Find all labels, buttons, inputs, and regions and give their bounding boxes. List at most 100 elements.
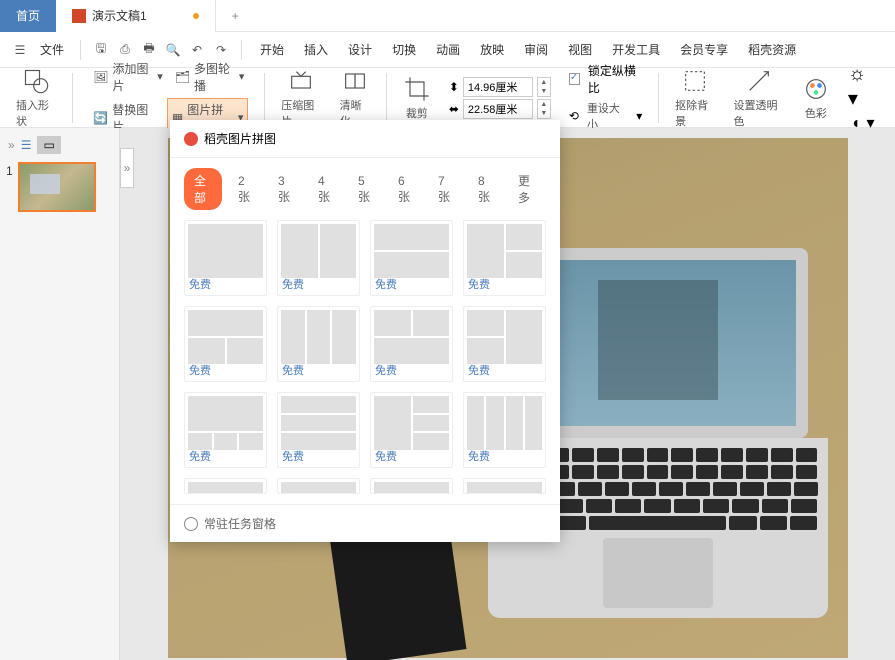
free-badge: 免费 bbox=[375, 448, 397, 464]
color-group[interactable]: 色彩 bbox=[796, 75, 836, 121]
template-item[interactable]: 免费 bbox=[277, 220, 360, 296]
ribbon-tab[interactable]: 稻壳资源 bbox=[740, 41, 804, 58]
preview-icon[interactable]: 🔍 bbox=[163, 40, 183, 60]
lock-ratio-checkbox[interactable] bbox=[569, 73, 580, 85]
file-menu[interactable]: 文件 bbox=[34, 41, 70, 58]
ribbon-tab[interactable]: 放映 bbox=[472, 41, 512, 58]
free-badge: 免费 bbox=[189, 362, 211, 378]
collapse-handle[interactable]: » bbox=[120, 148, 134, 188]
crop-group[interactable]: 裁剪 bbox=[397, 75, 437, 121]
popup-tab[interactable]: 7张 bbox=[428, 170, 462, 209]
separator bbox=[80, 40, 81, 60]
template-item[interactable] bbox=[370, 478, 453, 494]
add-icon: + bbox=[232, 9, 239, 23]
thumbnail-view-icon[interactable]: ▭ bbox=[37, 136, 60, 154]
tab-doc-label: 演示文稿1 bbox=[92, 7, 147, 24]
template-item[interactable]: 免费 bbox=[463, 392, 546, 468]
export-icon[interactable]: ⎙ bbox=[115, 40, 135, 60]
free-badge: 免费 bbox=[468, 448, 490, 464]
multi-carousel-label: 多图轮播 bbox=[194, 60, 235, 94]
popup-tab[interactable]: 4张 bbox=[308, 170, 342, 209]
popup-tab-more[interactable]: 更多 bbox=[508, 168, 546, 210]
template-item[interactable]: 免费 bbox=[184, 220, 267, 296]
add-image-button[interactable]: 🖼添加图片 ▾ bbox=[89, 58, 167, 96]
lock-reset-group: 锁定纵横比 ⟲重设大小 ▾ bbox=[563, 62, 648, 134]
brightness-icon: ☼ ▾ bbox=[848, 63, 879, 111]
clarity-icon bbox=[341, 67, 369, 95]
popup-tab[interactable]: 6张 bbox=[388, 170, 422, 209]
popup-tab[interactable]: 3张 bbox=[268, 170, 302, 209]
slide-number: 1 bbox=[6, 164, 13, 178]
brightness-group[interactable]: ☼ ▾ ◐ ▾ bbox=[842, 63, 885, 133]
ribbon-tab[interactable]: 插入 bbox=[296, 41, 336, 58]
lock-ratio-label: 锁定纵横比 bbox=[588, 62, 642, 96]
save-icon[interactable]: 🖫 bbox=[91, 40, 111, 60]
transparency-icon bbox=[745, 67, 773, 95]
up-icon[interactable]: ▲ bbox=[538, 100, 550, 109]
docer-logo-icon bbox=[184, 132, 198, 146]
width-input[interactable] bbox=[463, 99, 533, 119]
template-item[interactable]: 免费 bbox=[370, 220, 453, 296]
popup-tabs: 全部 2张 3张 4张 5张 6张 7张 8张 更多 bbox=[170, 158, 560, 220]
popup-tab-all[interactable]: 全部 bbox=[184, 168, 222, 210]
remove-bg-group[interactable]: 抠除背景 bbox=[669, 67, 721, 129]
color-icon bbox=[802, 75, 830, 103]
crop-icon bbox=[403, 75, 431, 103]
tab-document[interactable]: 演示文稿1 bbox=[56, 0, 216, 32]
outline-view-icon[interactable]: ☰ bbox=[21, 138, 32, 152]
template-item[interactable]: 免费 bbox=[463, 306, 546, 382]
template-item[interactable]: 免费 bbox=[370, 306, 453, 382]
gear-icon bbox=[184, 517, 198, 531]
ribbon-tab[interactable]: 开发工具 bbox=[604, 41, 668, 58]
up-icon[interactable]: ▲ bbox=[538, 78, 550, 87]
template-item[interactable] bbox=[277, 478, 360, 494]
ribbon-tab[interactable]: 开始 bbox=[252, 41, 292, 58]
image-icon: 🖼 bbox=[93, 70, 108, 84]
ribbon-tab[interactable]: 切换 bbox=[384, 41, 424, 58]
free-badge: 免费 bbox=[468, 276, 490, 292]
tab-home[interactable]: 首页 bbox=[0, 0, 56, 32]
popup-tab[interactable]: 8张 bbox=[468, 170, 502, 209]
ribbon-tab[interactable]: 视图 bbox=[560, 41, 600, 58]
compress-icon bbox=[287, 67, 315, 95]
redo-icon[interactable]: ↷ bbox=[211, 40, 231, 60]
separator bbox=[241, 40, 242, 60]
template-item[interactable]: 免费 bbox=[277, 306, 360, 382]
tab-add[interactable]: + bbox=[216, 0, 255, 32]
template-item[interactable]: 免费 bbox=[184, 306, 267, 382]
popup-tab[interactable]: 2张 bbox=[228, 170, 262, 209]
size-group: ⬍ ▲▼ ⬌ ▲▼ bbox=[443, 77, 557, 119]
undo-icon[interactable]: ↶ bbox=[187, 40, 207, 60]
template-item[interactable]: 免费 bbox=[463, 220, 546, 296]
down-icon[interactable]: ▼ bbox=[538, 109, 550, 118]
down-icon[interactable]: ▼ bbox=[538, 87, 550, 96]
free-badge: 免费 bbox=[375, 362, 397, 378]
width-spinner[interactable]: ▲▼ bbox=[537, 99, 551, 119]
crop-label: 裁剪 bbox=[406, 105, 428, 121]
ribbon-tab[interactable]: 设计 bbox=[340, 41, 380, 58]
template-item[interactable]: 免费 bbox=[277, 392, 360, 468]
replace-icon: 🔄 bbox=[93, 111, 108, 125]
template-item[interactable]: 免费 bbox=[184, 392, 267, 468]
ribbon-tab[interactable]: 动画 bbox=[428, 41, 468, 58]
slide-thumbnail[interactable]: 1 bbox=[18, 162, 96, 212]
remove-bg-icon bbox=[681, 67, 709, 95]
tab-home-label: 首页 bbox=[16, 7, 40, 24]
carousel-icon: 🗂 bbox=[175, 70, 190, 84]
multi-carousel-button[interactable]: 🗂多图轮播 ▾ bbox=[171, 58, 249, 96]
height-spinner[interactable]: ▲▼ bbox=[537, 77, 551, 97]
transparency-group[interactable]: 设置透明色 bbox=[728, 67, 790, 129]
popup-title: 稻壳图片拼图 bbox=[204, 130, 276, 147]
popup-footer[interactable]: 常驻任务窗格 bbox=[170, 504, 560, 542]
template-item[interactable] bbox=[463, 478, 546, 494]
print-icon[interactable]: 🖶 bbox=[139, 40, 159, 60]
ribbon-tab[interactable]: 审阅 bbox=[516, 41, 556, 58]
collapse-icon[interactable]: » bbox=[8, 138, 15, 152]
hamburger-icon[interactable]: ☰ bbox=[10, 40, 30, 60]
insert-shape-group[interactable]: 插入形状 bbox=[10, 67, 62, 129]
popup-tab[interactable]: 5张 bbox=[348, 170, 382, 209]
ribbon-tab[interactable]: 会员专享 bbox=[672, 41, 736, 58]
template-item[interactable]: 免费 bbox=[370, 392, 453, 468]
template-item[interactable] bbox=[184, 478, 267, 494]
height-input[interactable] bbox=[463, 77, 533, 97]
